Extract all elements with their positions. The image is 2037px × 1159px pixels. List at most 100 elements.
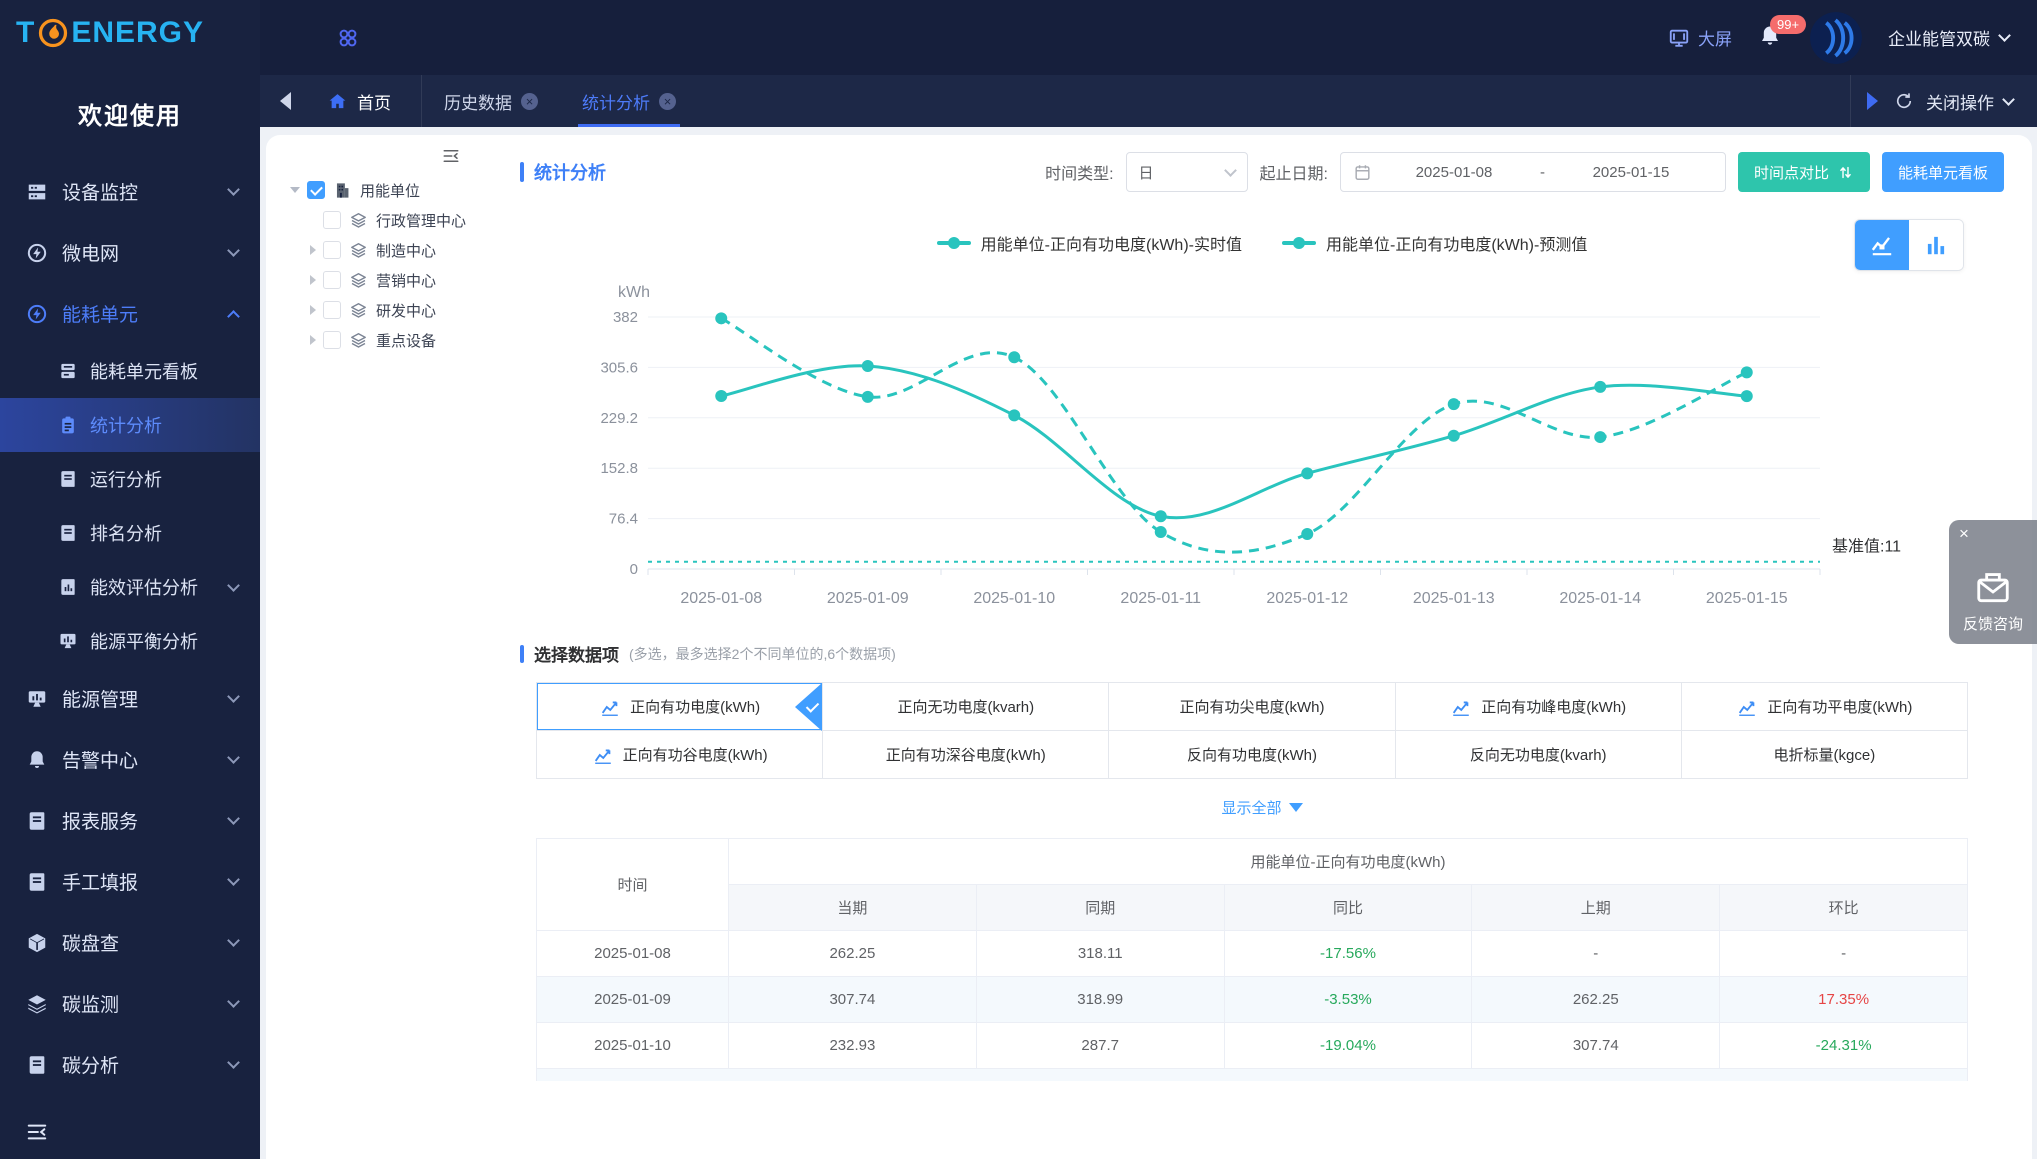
- trend-icon: [1736, 696, 1758, 718]
- sidebar-item-carbon-inventory[interactable]: 碳盘查: [0, 912, 260, 973]
- table-group-header: 用能单位-正向有功电度(kWh): [728, 838, 1968, 885]
- sidebar-menu: 设备监控 微电网 能耗单元 能耗单元看板 统计分析 运行分析 排名分析 能效评估…: [0, 161, 260, 1095]
- notifications-button[interactable]: 99+: [1758, 14, 1807, 53]
- caret-down-icon[interactable]: [290, 187, 300, 193]
- data-item-grid: 正向有功电度(kWh) 正向无功电度(kvarh) 正向有功尖电度(kWh) 正…: [536, 682, 1968, 779]
- sidebar-collapse-button[interactable]: [24, 1121, 50, 1143]
- caret-right-icon[interactable]: [310, 305, 316, 315]
- caret-right-icon[interactable]: [310, 335, 316, 345]
- avatar[interactable]: [1810, 11, 1862, 64]
- time-type-select[interactable]: 日: [1125, 152, 1248, 192]
- close-icon[interactable]: ×: [1959, 524, 1969, 544]
- tab-label: 历史数据: [444, 93, 512, 113]
- tree-node-admin-center[interactable]: 行政管理中心: [266, 205, 492, 235]
- checkbox-checked[interactable]: [307, 181, 325, 199]
- sidebar-item-label: 碳监测: [62, 995, 120, 1016]
- sidebar-item-alarm-center[interactable]: 告警中心: [0, 729, 260, 790]
- org-switcher[interactable]: 企业能管双碳: [1888, 25, 2011, 50]
- energy-unit-board-button[interactable]: 能耗单元看板: [1881, 152, 2004, 192]
- brand-logo[interactable]: T ENERGY: [0, 0, 260, 50]
- tab-history-data[interactable]: 历史数据 ×: [422, 75, 560, 127]
- legend-marker: [1282, 237, 1316, 249]
- close-icon[interactable]: ×: [659, 92, 676, 110]
- sidebar-item-microgrid[interactable]: 微电网: [0, 222, 260, 283]
- sidebar-item-carbon-analysis[interactable]: 碳分析: [0, 1034, 260, 1095]
- cell-same-period: 318.99: [975, 976, 1225, 1023]
- data-item-reverse-reactive-energy[interactable]: 反向无功电度(kvarh): [1395, 731, 1682, 779]
- data-item-forward-active-sharp[interactable]: 正向有功尖电度(kWh): [1109, 683, 1396, 731]
- show-all-button[interactable]: 显示全部: [520, 797, 2004, 818]
- sidebar-item-ranking-analysis[interactable]: 排名分析: [0, 506, 260, 560]
- top-header: 大屏 99+ 企业能管双碳: [260, 0, 2037, 75]
- date-range-input[interactable]: 2025-01-08 - 2025-01-15: [1339, 152, 1726, 192]
- tree-node-manufacturing-center[interactable]: 制造中心: [266, 235, 492, 265]
- tree-node-marketing-center[interactable]: 营销中心: [266, 265, 492, 295]
- sidebar-item-energy-unit-board[interactable]: 能耗单元看板: [0, 344, 260, 398]
- data-item-forward-active-flat[interactable]: 正向有功平电度(kWh): [1681, 683, 1968, 731]
- tabs-scroll-right-button[interactable]: [1867, 92, 1878, 110]
- sidebar-item-energy-management[interactable]: 能源管理: [0, 668, 260, 729]
- building-icon: [333, 181, 352, 200]
- cell-mom: 17.35%: [1719, 976, 1968, 1023]
- refresh-button[interactable]: [1894, 91, 1914, 111]
- data-item-forward-reactive-energy[interactable]: 正向无功电度(kvarh): [823, 683, 1110, 731]
- checkbox[interactable]: [323, 301, 341, 319]
- data-item-forward-active-peak[interactable]: 正向有功峰电度(kWh): [1395, 683, 1682, 731]
- time-point-compare-button[interactable]: 时间点对比: [1737, 152, 1870, 192]
- legend-item-forecast[interactable]: 用能单位-正向有功电度(kWh)-预测值: [1282, 231, 1587, 255]
- layers-icon: [349, 241, 368, 260]
- sidebar-item-label: 排名分析: [90, 524, 162, 544]
- checkbox[interactable]: [323, 271, 341, 289]
- cell-previous: 307.74: [1471, 1022, 1721, 1069]
- sidebar-item-efficiency-evaluation[interactable]: 能效评估分析: [0, 560, 260, 614]
- tree-node-root[interactable]: 用能单位: [266, 175, 492, 205]
- line-chart[interactable]: 382 305.6 229.2 152.8 76.4 0 2025-01-08 2025-01…: [580, 271, 1940, 631]
- tree-node-label: 行政管理中心: [376, 212, 467, 230]
- big-screen-button[interactable]: 大屏: [1668, 25, 1732, 50]
- checkbox[interactable]: [323, 211, 341, 229]
- sidebar-item-carbon-monitoring[interactable]: 碳监测: [0, 973, 260, 1034]
- line-chart-icon: [1869, 232, 1895, 258]
- date-start-value[interactable]: 2025-01-08: [1372, 164, 1536, 181]
- sidebar-item-label: 手工填报: [62, 873, 139, 894]
- data-item-forward-active-deep-valley[interactable]: 正向有功深谷电度(kWh): [823, 731, 1110, 779]
- cell-yoy: -17.56%: [1223, 930, 1473, 977]
- cell-current: 262.25: [728, 930, 977, 977]
- line-chart-toggle-button[interactable]: [1855, 220, 1909, 270]
- home-icon: [327, 91, 348, 112]
- svg-text:kWh: kWh: [618, 284, 650, 301]
- tabs-scroll-left-button[interactable]: [280, 92, 291, 110]
- apps-grid-icon[interactable]: [336, 26, 360, 50]
- cell-yoy: -3.53%: [1223, 976, 1473, 1023]
- svg-text:基准值:11: 基准值:11: [1832, 538, 1901, 556]
- close-icon[interactable]: ×: [521, 92, 538, 110]
- data-item-coal-equivalent[interactable]: 电折标量(kgce): [1681, 731, 1968, 779]
- table-header-yoy: 同比: [1223, 884, 1473, 931]
- checkbox[interactable]: [323, 331, 341, 349]
- sidebar-item-device-monitor[interactable]: 设备监控: [0, 161, 260, 222]
- checkbox[interactable]: [323, 241, 341, 259]
- tree-collapse-icon[interactable]: [440, 147, 462, 165]
- data-item-forward-active-energy[interactable]: 正向有功电度(kWh): [537, 683, 824, 731]
- data-item-reverse-active-energy[interactable]: 反向有功电度(kWh): [1109, 731, 1396, 779]
- tab-home[interactable]: 首页: [305, 75, 422, 127]
- sidebar-item-energy-unit[interactable]: 能耗单元: [0, 283, 260, 344]
- caret-right-icon[interactable]: [310, 245, 316, 255]
- close-operations-dropdown[interactable]: 关闭操作: [1926, 89, 1994, 114]
- feedback-widget[interactable]: × 反馈咨询: [1949, 520, 2037, 644]
- legend-item-realtime[interactable]: 用能单位-正向有功电度(kWh)-实时值: [936, 231, 1242, 255]
- sidebar-item-report-service[interactable]: 报表服务: [0, 790, 260, 851]
- data-item-forward-active-valley[interactable]: 正向有功谷电度(kWh): [537, 731, 824, 779]
- sidebar-item-energy-balance[interactable]: 能源平衡分析: [0, 614, 260, 668]
- sidebar-item-operation-analysis[interactable]: 运行分析: [0, 452, 260, 506]
- table-header-current: 当期: [728, 884, 977, 931]
- caret-right-icon[interactable]: [310, 275, 316, 285]
- date-end-value[interactable]: 2025-01-15: [1549, 164, 1713, 181]
- sidebar-item-manual-entry[interactable]: 手工填报: [0, 851, 260, 912]
- tree-node-key-equipment[interactable]: 重点设备: [266, 325, 492, 355]
- bar-chart-toggle-button[interactable]: [1909, 220, 1963, 270]
- tab-statistical-analysis[interactable]: 统计分析 ×: [560, 75, 698, 127]
- cell-current: 232.93: [728, 1022, 977, 1069]
- sidebar-item-statistical-analysis[interactable]: 统计分析: [0, 398, 260, 452]
- tree-node-rd-center[interactable]: 研发中心: [266, 295, 492, 325]
